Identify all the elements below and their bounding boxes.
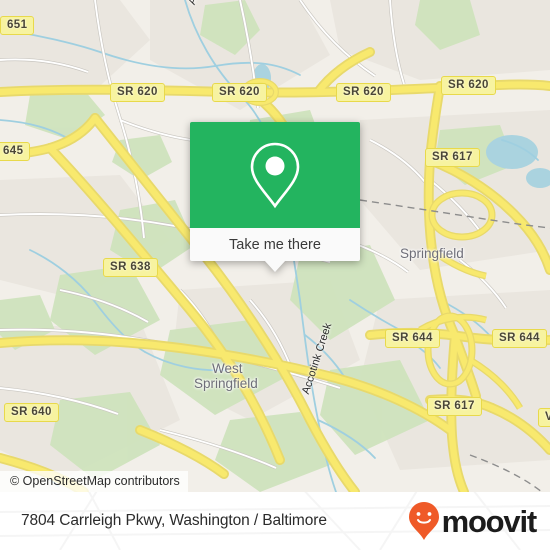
address-label: 7804 Carrleigh Pkwy, Washington / Baltim… — [21, 512, 327, 529]
moovit-map-screenshot: 651 SR 620 SR 620 SR 620 SR 620 SR 617 6… — [0, 0, 550, 550]
popup-cta-label: Take me there — [229, 236, 321, 253]
moovit-wordmark: moovit — [441, 503, 538, 539]
road-shield: SR 620 — [441, 76, 496, 95]
road-shield: SR 640 — [4, 403, 59, 422]
road-shield: SR 644 — [385, 329, 440, 348]
road-shield: 651 — [0, 16, 35, 35]
osm-attribution[interactable]: © OpenStreetMap contributors — [0, 471, 188, 492]
road-shield: SR 620 — [212, 83, 267, 102]
road-shield: SR 644 — [492, 329, 547, 348]
bottom-info-bar: 7804 Carrleigh Pkwy, Washington / Baltim… — [0, 492, 550, 550]
place-label-west-springfield-line2: Springfield — [194, 376, 258, 391]
moovit-pin-icon — [408, 502, 439, 540]
road-shield: SR 638 — [103, 258, 158, 277]
map-pin-icon — [250, 142, 300, 209]
popup-cta[interactable]: Take me there — [190, 228, 360, 272]
place-label-springfield: Springfield — [400, 246, 464, 261]
popup-tail — [264, 260, 286, 272]
road-shield: SR 620 — [336, 83, 391, 102]
place-label-west-springfield-line1: West — [212, 361, 243, 376]
moovit-logo: moovit — [407, 501, 538, 541]
road-shield: SR 620 — [110, 83, 165, 102]
location-popup[interactable]: Take me there — [190, 122, 360, 272]
map-canvas[interactable]: 651 SR 620 SR 620 SR 620 SR 620 SR 617 6… — [0, 0, 550, 492]
road-shield: SR 617 — [427, 397, 482, 416]
road-shield: V — [538, 408, 550, 427]
popup-image-panel — [190, 122, 360, 228]
road-shield: 645 — [0, 142, 31, 161]
road-shield: SR 617 — [425, 148, 480, 167]
